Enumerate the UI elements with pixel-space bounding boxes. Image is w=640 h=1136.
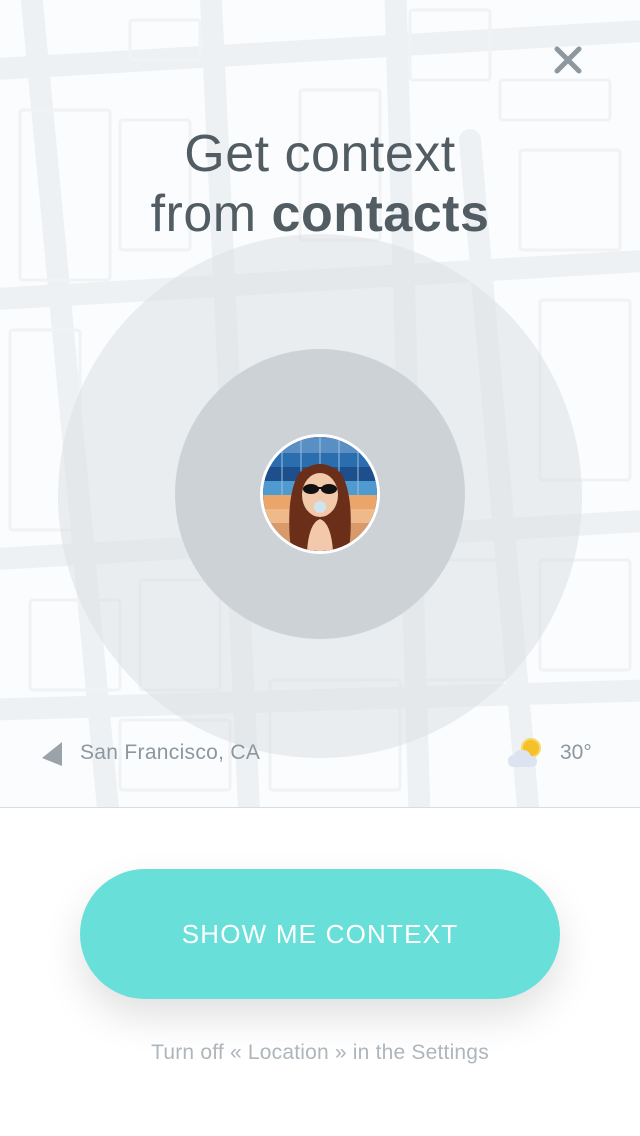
onboarding-screen: Get context from contacts San Francisco,… [0,0,640,1136]
avatar-photo [263,437,377,551]
close-button[interactable] [548,40,588,80]
title-line-1: Get context [184,125,456,183]
location-arrow-icon [42,742,62,766]
show-context-button-label: SHOW ME CONTEXT [181,918,459,949]
divider [0,807,640,808]
location-text: San Francisco, CA [80,741,261,764]
page-title: Get context from contacts [0,124,640,244]
avatar[interactable] [260,434,380,554]
title-line-2-prefix: from [150,185,272,243]
close-icon [554,46,582,74]
temperature: 30° [560,741,592,764]
settings-hint: Turn off « Location » in the Settings [151,1041,489,1064]
partly-cloudy-icon [508,738,541,767]
show-context-button[interactable]: SHOW ME CONTEXT [80,869,560,999]
